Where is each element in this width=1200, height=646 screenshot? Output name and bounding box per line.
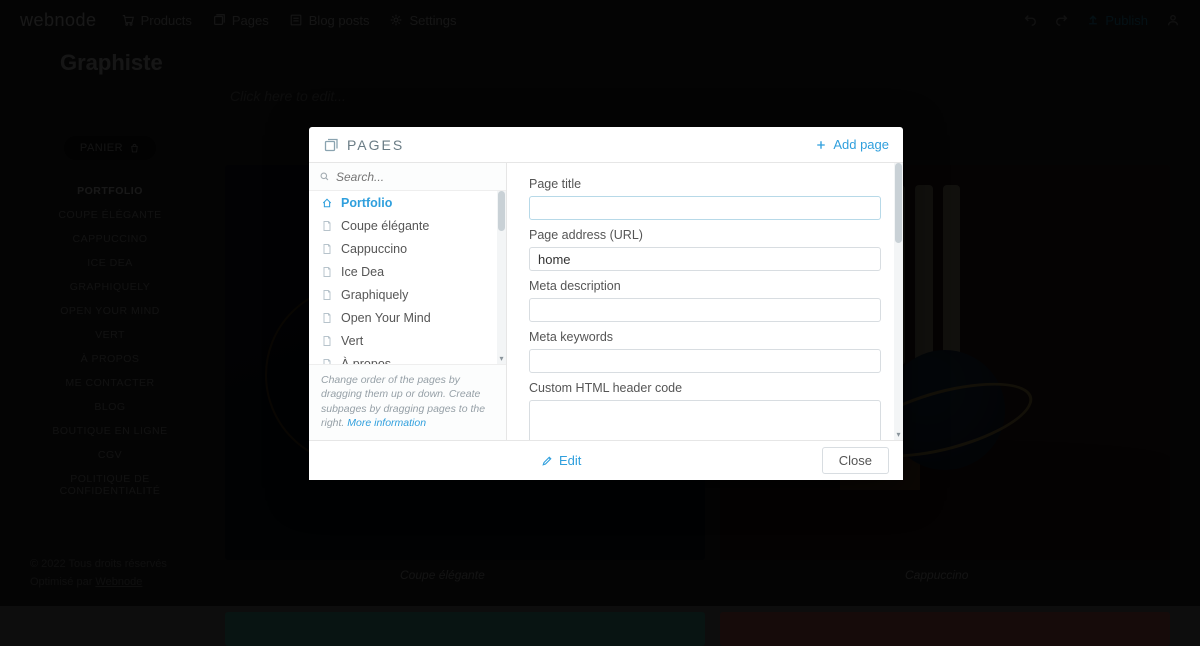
page-title-label: Page title bbox=[529, 177, 881, 191]
pages-stack-icon bbox=[323, 137, 339, 153]
thumb-row2-left[interactable] bbox=[225, 612, 705, 646]
pencil-icon bbox=[541, 455, 553, 467]
page-list-item-label: Ice Dea bbox=[341, 265, 384, 279]
meta-description-label: Meta description bbox=[529, 279, 881, 293]
add-page-label: Add page bbox=[833, 137, 889, 152]
page-icon bbox=[321, 266, 333, 278]
plus-icon bbox=[815, 139, 827, 151]
add-page-button[interactable]: Add page bbox=[815, 137, 889, 152]
page-title-input[interactable] bbox=[529, 196, 881, 220]
page-icon bbox=[321, 358, 333, 365]
page-url-label: Page address (URL) bbox=[529, 228, 881, 242]
header-code-input[interactable] bbox=[529, 400, 881, 440]
page-list-item[interactable]: Cappuccino bbox=[309, 237, 506, 260]
meta-keywords-input[interactable] bbox=[529, 349, 881, 373]
thumb-row2-right[interactable] bbox=[720, 612, 1170, 646]
page-list-item-label: Portfolio bbox=[341, 196, 392, 210]
reorder-hint: Change order of the pages by dragging th… bbox=[309, 364, 506, 440]
page-list-item[interactable]: Open Your Mind bbox=[309, 306, 506, 329]
page-search[interactable] bbox=[309, 163, 506, 191]
page-list-item-label: Open Your Mind bbox=[341, 311, 431, 325]
page-list-item[interactable]: Graphiquely bbox=[309, 283, 506, 306]
modal-header: PAGES Add page bbox=[309, 127, 903, 163]
meta-description-input[interactable] bbox=[529, 298, 881, 322]
page-icon bbox=[321, 335, 333, 347]
page-url-input[interactable] bbox=[529, 247, 881, 271]
page-list-item-label: À propos bbox=[341, 357, 391, 365]
modal-footer: Edit Close bbox=[309, 440, 903, 480]
header-code-label: Custom HTML header code bbox=[529, 381, 881, 395]
page-list-item-label: Cappuccino bbox=[341, 242, 407, 256]
form-scrollbar[interactable]: ▾ bbox=[894, 163, 903, 440]
edit-label: Edit bbox=[559, 453, 581, 468]
page-list-item[interactable]: À propos bbox=[309, 352, 506, 364]
page-list-scrollbar[interactable]: ▾ bbox=[497, 191, 506, 364]
page-search-input[interactable] bbox=[336, 170, 496, 184]
page-list: Portfolio Coupe élégante Cappuccino Ice Dea… bbox=[309, 191, 506, 364]
page-list-item[interactable]: Vert bbox=[309, 329, 506, 352]
page-list-item-label: Coupe élégante bbox=[341, 219, 429, 233]
page-list-item[interactable]: Portfolio bbox=[309, 191, 506, 214]
chevron-down-icon[interactable]: ▾ bbox=[497, 354, 506, 364]
modal-left-panel: Portfolio Coupe élégante Cappuccino Ice Dea… bbox=[309, 163, 507, 440]
more-info-link[interactable]: More information bbox=[347, 417, 426, 429]
modal-title: PAGES bbox=[347, 137, 404, 153]
modal-right-panel: Page title Page address (URL) Meta descr… bbox=[507, 163, 903, 440]
page-icon bbox=[321, 220, 333, 232]
chevron-down-icon[interactable]: ▾ bbox=[894, 430, 903, 440]
close-button[interactable]: Close bbox=[822, 447, 889, 474]
page-list-item-label: Graphiquely bbox=[341, 288, 408, 302]
page-icon bbox=[321, 243, 333, 255]
pages-modal: PAGES Add page Portfolio Coupe élégante Ca… bbox=[309, 127, 903, 480]
page-list-item[interactable]: Coupe élégante bbox=[309, 214, 506, 237]
page-icon bbox=[321, 289, 333, 301]
page-list-item-label: Vert bbox=[341, 334, 363, 348]
home-icon bbox=[321, 197, 333, 209]
meta-keywords-label: Meta keywords bbox=[529, 330, 881, 344]
edit-link[interactable]: Edit bbox=[541, 453, 581, 468]
page-icon bbox=[321, 312, 333, 324]
search-icon bbox=[319, 171, 330, 182]
page-list-item[interactable]: Ice Dea bbox=[309, 260, 506, 283]
